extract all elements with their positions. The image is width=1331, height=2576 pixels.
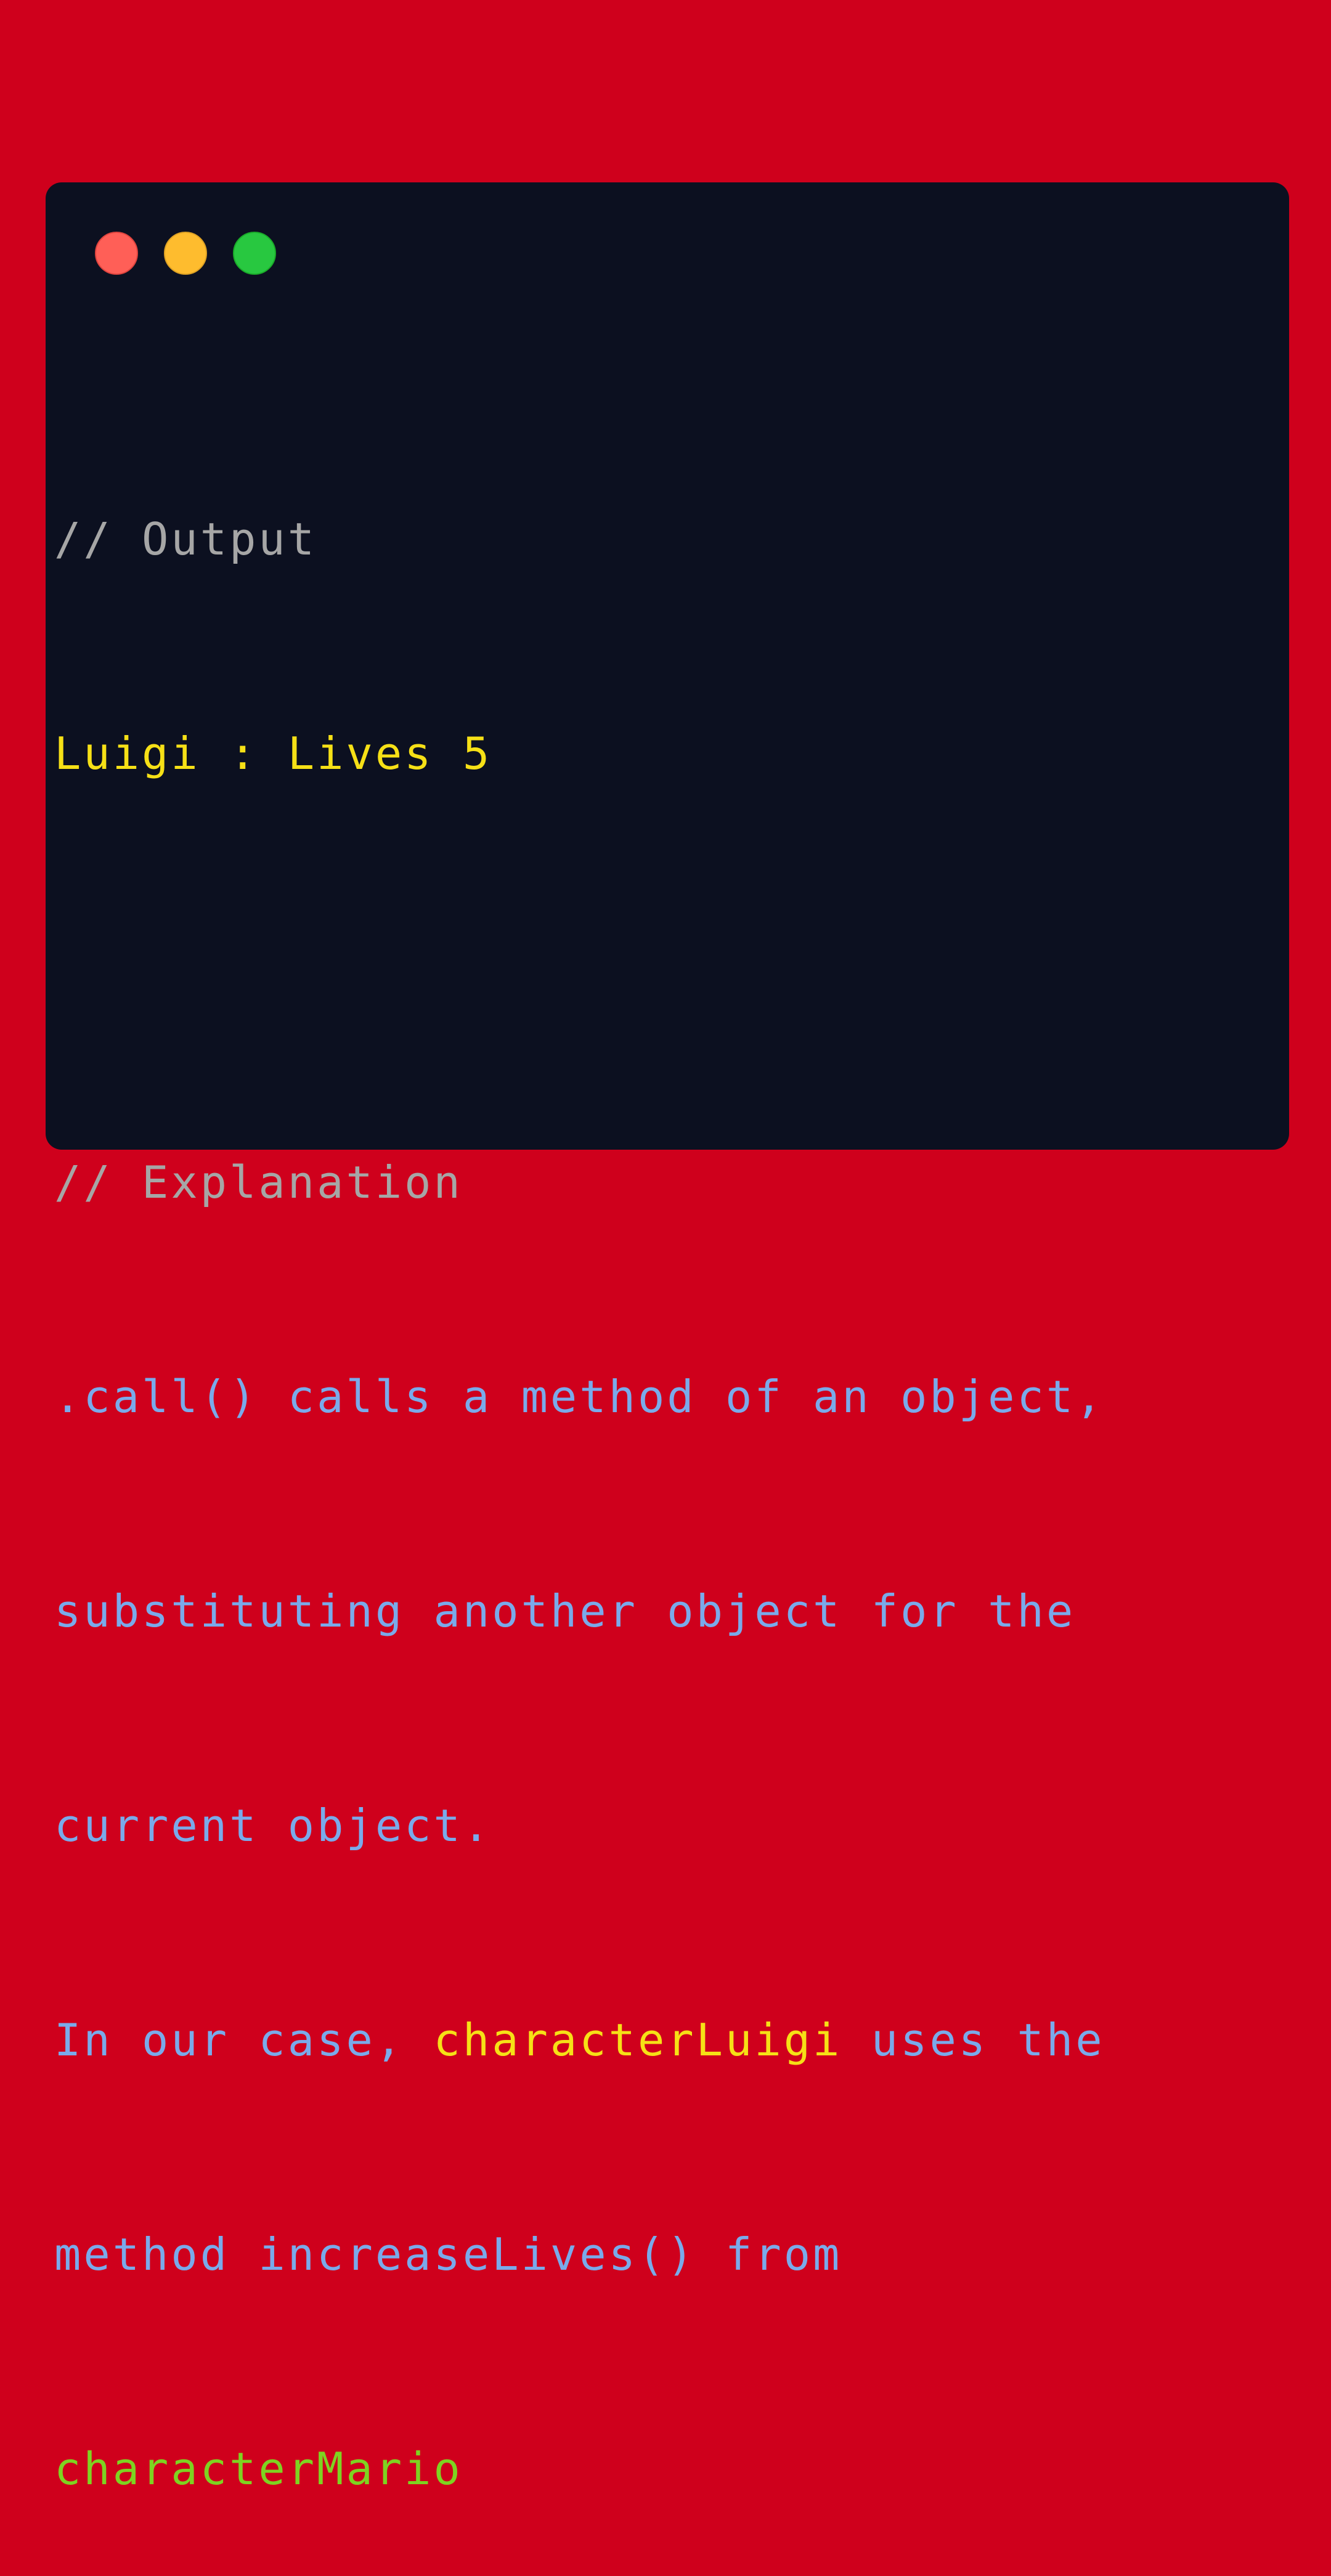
minimize-dot-icon[interactable] [164, 232, 207, 275]
output-comment: // Output [54, 513, 317, 565]
close-dot-icon[interactable] [95, 232, 138, 275]
explanation-line-1: .call() calls a method of an object, [54, 1371, 1105, 1423]
output-value: Luigi : Lives 5 [54, 728, 492, 779]
explanation-line-3: current object. [54, 1800, 492, 1851]
maximize-dot-icon[interactable] [233, 232, 276, 275]
line4-suffix: uses the [842, 2014, 1105, 2066]
explanation-line-4: In our case, characterLuigi uses the [54, 2004, 1105, 2076]
window-controls [95, 232, 276, 275]
line4-prefix: In our case, [54, 2014, 434, 2066]
code-block: // Output Luigi : Lives 5 // Explanation… [54, 360, 1105, 2576]
explanation-line-6: characterMario [54, 2443, 463, 2495]
line4-highlight: characterLuigi [433, 2014, 842, 2066]
explanation-line-2: substituting another object for the [54, 1585, 1076, 1637]
explanation-line-5: method increaseLives() from [54, 2229, 842, 2280]
explanation-comment: // Explanation [54, 1156, 463, 1208]
